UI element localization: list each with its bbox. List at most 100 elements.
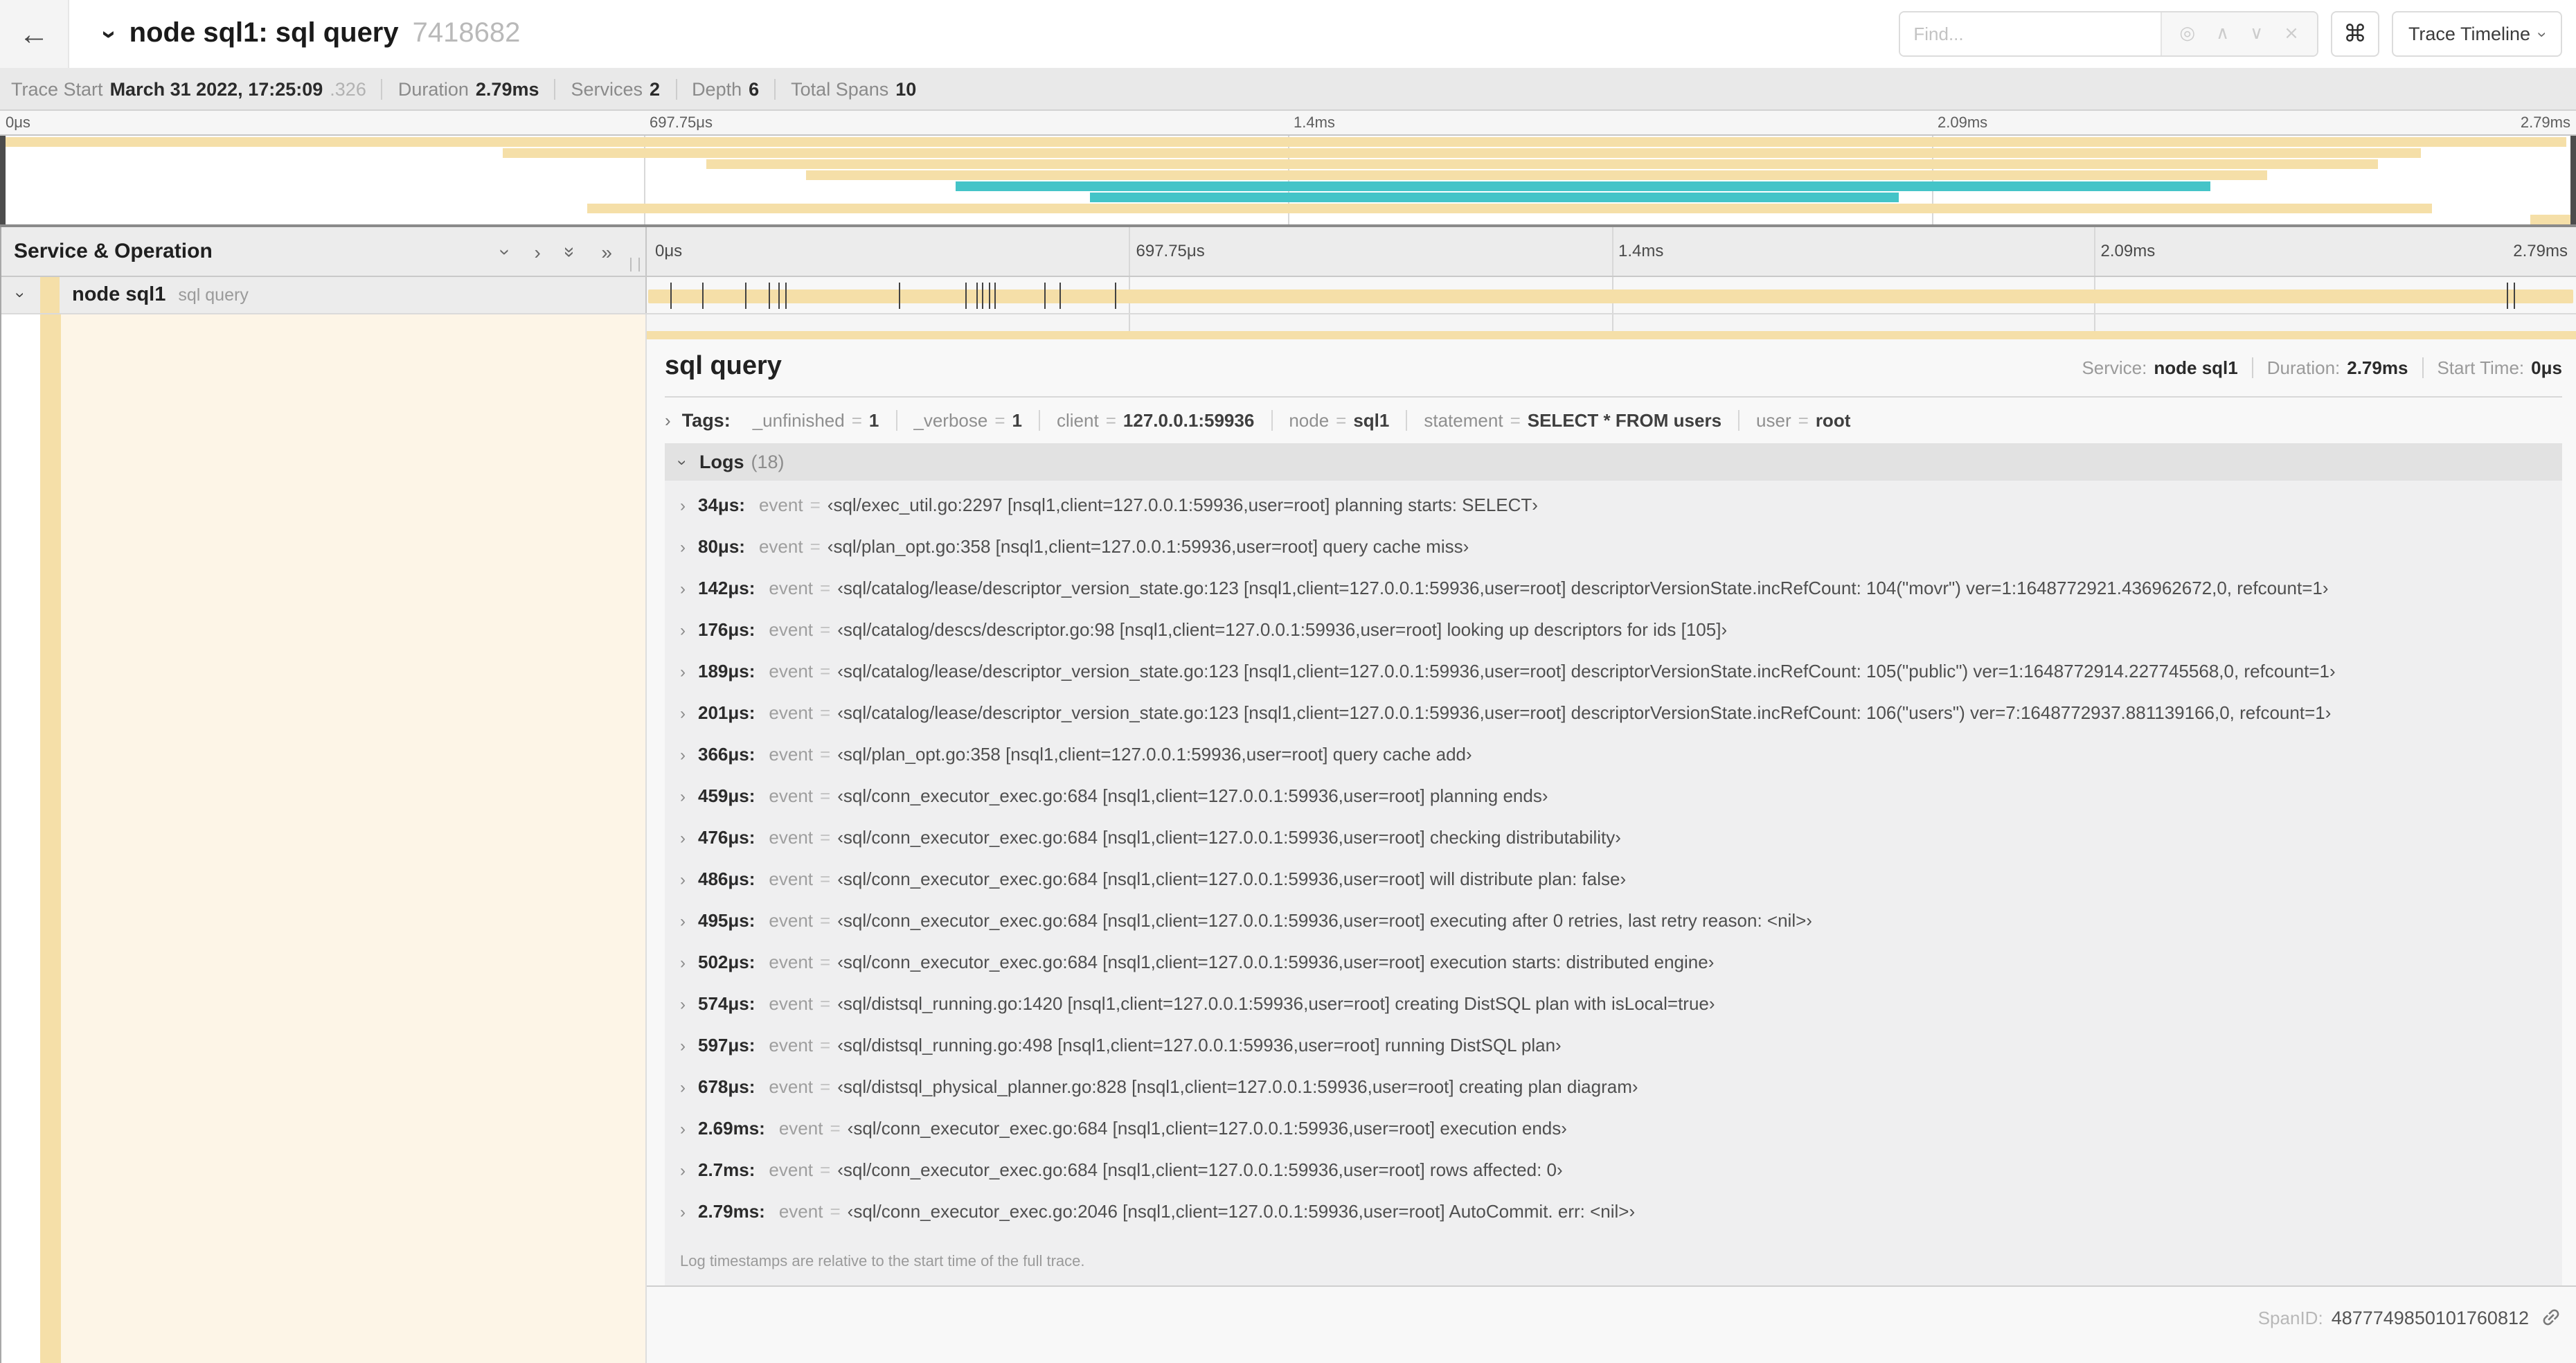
collapse-trace-icon[interactable]: › bbox=[93, 30, 123, 39]
trace-minimap[interactable]: 0μs 697.75μs 1.4ms 2.09ms 2.79ms bbox=[0, 111, 2576, 227]
column-resizer[interactable] bbox=[630, 258, 640, 271]
log-row[interactable]: › 201μs: event = ‹sql/catalog/lease/descript… bbox=[665, 702, 2562, 744]
prev-result-icon[interactable]: ∧ bbox=[2216, 24, 2229, 44]
logs-header[interactable]: › Logs (18) bbox=[665, 443, 2562, 481]
log-row[interactable]: › 597μs: event = ‹sql/distsql_running.go:498… bbox=[665, 1035, 2562, 1076]
expand-tags-icon[interactable]: › bbox=[665, 410, 671, 431]
minimap-tick: 2.79ms bbox=[2520, 115, 2570, 132]
next-result-icon[interactable]: ∨ bbox=[2250, 24, 2263, 44]
log-marker bbox=[670, 283, 672, 309]
log-marker bbox=[994, 283, 996, 309]
log-row[interactable]: › 574μs: event = ‹sql/distsql_running.go:142… bbox=[665, 993, 2562, 1035]
minimap-tick: 2.09ms bbox=[1938, 115, 1988, 132]
log-marker bbox=[785, 283, 787, 309]
summary-item: Depth 6 bbox=[675, 78, 759, 99]
expand-log-icon[interactable]: › bbox=[680, 953, 686, 972]
log-marker bbox=[976, 283, 978, 309]
summary-item: Duration 2.79ms bbox=[381, 78, 539, 99]
log-row[interactable]: › 80μs: event = ‹sql/plan_opt.go:358 [nsql1,… bbox=[665, 536, 2562, 578]
expand-log-icon[interactable]: › bbox=[680, 828, 686, 848]
expand-one-icon[interactable]: › bbox=[534, 240, 540, 262]
logs-block: › Logs (18) › 34μs: event = ‹sql/exec_util.g… bbox=[665, 443, 2562, 1285]
collapse-all-icon[interactable]: › bbox=[495, 248, 517, 254]
span-row[interactable]: › node sql1 sql query bbox=[1, 277, 2576, 314]
find-input[interactable] bbox=[1899, 12, 2161, 55]
meta-start-time: Start Time: 0μs bbox=[2422, 357, 2562, 378]
tags-list: _unfinished = 1 _verbose = 1 client = 127.0.0.1:… bbox=[736, 410, 1868, 431]
timeline-section: Service & Operation › › » » 0μs 697.75μs… bbox=[0, 227, 2576, 1363]
minimap-graph[interactable] bbox=[0, 134, 2576, 227]
expand-log-icon[interactable]: › bbox=[680, 787, 686, 806]
service-operation-header: Service & Operation › › » » bbox=[1, 227, 647, 276]
ruler-tick: 1.4ms bbox=[1618, 241, 1664, 260]
log-row[interactable]: › 142μs: event = ‹sql/catalog/lease/descript… bbox=[665, 578, 2562, 619]
timeline-ruler: 0μs 697.75μs 1.4ms 2.09ms 2.79ms bbox=[647, 227, 2576, 276]
keyboard-shortcuts-button[interactable]: ⌘ bbox=[2330, 11, 2379, 57]
expand-log-icon[interactable]: › bbox=[680, 496, 686, 515]
tag-item: client = 127.0.0.1:59936 bbox=[1039, 410, 1271, 431]
detail-meta: Service: node sql1 Duration: 2.79ms Start … bbox=[2082, 357, 2562, 378]
detail-header: sql query Service: node sql1 Duration: 2.7… bbox=[665, 352, 2562, 382]
log-row[interactable]: › 495μs: event = ‹sql/conn_executor_exec.go:… bbox=[665, 910, 2562, 952]
log-row[interactable]: › 486μs: event = ‹sql/conn_executor_exec.go:… bbox=[665, 868, 2562, 910]
minimap-left-handle[interactable] bbox=[0, 136, 6, 224]
log-row[interactable]: › 366μs: event = ‹sql/plan_opt.go:358 [nsql1… bbox=[665, 744, 2562, 785]
log-row[interactable]: › 2.79ms: event = ‹sql/conn_executor_exec.go… bbox=[665, 1201, 2562, 1242]
expand-log-icon[interactable]: › bbox=[680, 1036, 686, 1055]
log-row[interactable]: › 502μs: event = ‹sql/conn_executor_exec.go:… bbox=[665, 952, 2562, 993]
span-detail-column: sql query Service: node sql1 Duration: 2.7… bbox=[647, 314, 2576, 1363]
tag-item: statement = SELECT * FROM users bbox=[1406, 410, 1738, 431]
collapse-logs-icon[interactable]: › bbox=[673, 459, 692, 465]
expand-log-icon[interactable]: › bbox=[680, 1161, 686, 1180]
expand-log-icon[interactable]: › bbox=[680, 745, 686, 765]
minimap-span-bar bbox=[1089, 193, 1899, 202]
log-marker bbox=[982, 283, 984, 309]
minimap-right-handle[interactable] bbox=[2570, 136, 2576, 224]
log-marker bbox=[988, 283, 990, 309]
back-button[interactable]: ← bbox=[0, 0, 69, 68]
expand-log-icon[interactable]: › bbox=[680, 911, 686, 931]
expand-log-icon[interactable]: › bbox=[680, 995, 686, 1014]
log-row[interactable]: › 2.69ms: event = ‹sql/conn_executor_exec.go… bbox=[665, 1118, 2562, 1159]
tags-row[interactable]: › Tags: _unfinished = 1 _verbose = 1 client = 12… bbox=[665, 410, 2562, 431]
detail-operation-title: sql query bbox=[665, 352, 782, 381]
log-row[interactable]: › 678μs: event = ‹sql/distsql_physical_plann… bbox=[665, 1076, 2562, 1118]
find-group: ◎ ∧ ∨ × bbox=[1898, 11, 2318, 57]
span-row-track[interactable] bbox=[647, 277, 2576, 313]
expand-log-icon[interactable]: › bbox=[680, 704, 686, 723]
expand-log-icon[interactable]: › bbox=[680, 662, 686, 682]
expand-log-icon[interactable]: › bbox=[680, 579, 686, 598]
span-operation-name: sql query bbox=[178, 285, 249, 305]
log-marker bbox=[1115, 283, 1117, 309]
span-duration-bar[interactable] bbox=[648, 289, 2573, 303]
collapse-span-icon[interactable]: › bbox=[1, 285, 40, 305]
header-controls: ◎ ∧ ∨ × ⌘ Trace Timeline › bbox=[1898, 11, 2576, 57]
locate-icon[interactable]: ◎ bbox=[2179, 24, 2195, 44]
span-row-name-cell[interactable]: › node sql1 sql query bbox=[1, 277, 647, 313]
log-row[interactable]: › 189μs: event = ‹sql/catalog/lease/descript… bbox=[665, 661, 2562, 702]
trace-page: ← › node sql1: sql query 7418682 ◎ ∧ ∨ ×… bbox=[0, 0, 2576, 1363]
minimap-span-bar bbox=[956, 181, 2210, 191]
deep-link-icon[interactable] bbox=[2535, 1301, 2566, 1333]
collapse-deep-icon[interactable]: » bbox=[560, 246, 582, 257]
minimap-span-bar bbox=[587, 204, 2432, 213]
expand-log-icon[interactable]: › bbox=[680, 1202, 686, 1222]
expand-log-icon[interactable]: › bbox=[680, 621, 686, 640]
expand-all-icon[interactable]: » bbox=[601, 240, 612, 262]
log-row[interactable]: › 176μs: event = ‹sql/catalog/descs/descript… bbox=[665, 619, 2562, 661]
log-row[interactable]: › 2.7ms: event = ‹sql/conn_executor_exec.go:… bbox=[665, 1159, 2562, 1201]
view-selector-button[interactable]: Trace Timeline › bbox=[2391, 11, 2562, 57]
expand-log-icon[interactable]: › bbox=[680, 870, 686, 889]
log-row[interactable]: › 459μs: event = ‹sql/conn_executor_exec.go:… bbox=[665, 785, 2562, 827]
grid-line bbox=[2093, 314, 2095, 331]
expand-log-icon[interactable]: › bbox=[680, 537, 686, 557]
detail-top-strip bbox=[647, 314, 2576, 331]
top-header: ← › node sql1: sql query 7418682 ◎ ∧ ∨ ×… bbox=[0, 0, 2576, 68]
log-row[interactable]: › 34μs: event = ‹sql/exec_util.go:2297 [nsql… bbox=[665, 495, 2562, 536]
expand-log-icon[interactable]: › bbox=[680, 1078, 686, 1097]
expand-log-icon[interactable]: › bbox=[680, 1119, 686, 1139]
log-row[interactable]: › 476μs: event = ‹sql/conn_executor_exec.go:… bbox=[665, 827, 2562, 868]
clear-search-icon[interactable]: × bbox=[2284, 24, 2299, 44]
detail-footer: SpanID: 4877749850101760812 bbox=[647, 1287, 2576, 1348]
grid-line bbox=[1129, 314, 1131, 331]
